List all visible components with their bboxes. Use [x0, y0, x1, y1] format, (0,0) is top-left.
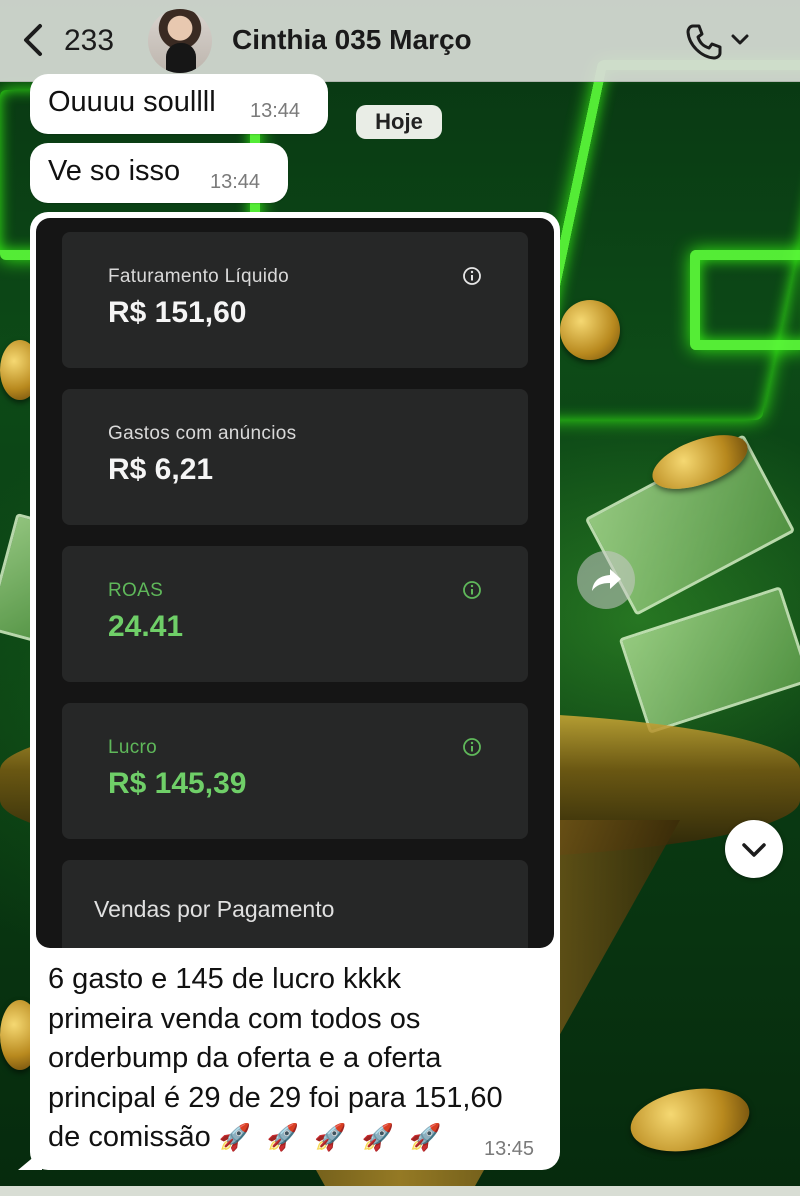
info-icon	[463, 581, 481, 599]
date-chip: Hoje	[356, 105, 442, 139]
caption-last-text: de comissão	[48, 1121, 211, 1153]
metric-value: R$ 145,39	[108, 767, 247, 800]
section-title: Vendas por Pagamento	[94, 896, 335, 922]
chat-header: 233 Cinthia 035 Março	[0, 0, 800, 82]
message-bubble[interactable]: Ve so isso 13:44	[30, 143, 288, 203]
caption-line: orderbump da oferta e a oferta	[48, 1042, 442, 1074]
metric-label: Gastos com anúncios	[108, 423, 297, 444]
caption-line: principal é 29 de 29 foi para 151,60	[48, 1081, 503, 1114]
message-bubble[interactable]: Ouuuu soullll 13:44	[30, 74, 328, 134]
message-time: 13:44	[210, 171, 261, 193]
chevron-down-icon[interactable]	[730, 30, 750, 50]
forward-button[interactable]	[577, 551, 635, 609]
metric-value: 24.41	[108, 610, 184, 643]
caption-line: de comissão 🚀 🚀 🚀 🚀 🚀	[48, 1118, 548, 1158]
metric-value: R$ 6,21	[108, 453, 214, 486]
message-time: 13:45	[484, 1138, 535, 1160]
scroll-down-button[interactable]	[725, 820, 783, 878]
metric-card-faturamento: Faturamento Líquido R$ 151,60	[62, 232, 528, 368]
chevron-down-icon	[742, 843, 766, 857]
rocket-emoji: 🚀 🚀 🚀 🚀 🚀	[218, 1122, 446, 1152]
chevron-left-icon[interactable]	[18, 22, 48, 58]
avatar[interactable]	[148, 9, 212, 73]
shared-screenshot[interactable]: Faturamento Líquido R$ 151,60 Gastos com…	[36, 218, 554, 948]
message-time: 13:44	[250, 100, 301, 122]
metric-card-roas: ROAS 24.41	[62, 546, 528, 682]
metric-label: ROAS	[108, 580, 164, 601]
info-icon	[463, 267, 481, 285]
metric-label: Lucro	[108, 737, 158, 758]
message-text: Ve so isso	[48, 155, 181, 187]
caption-line: primeira venda com todos os	[48, 1002, 421, 1035]
image-caption: 6 gasto e 145 de lucro kkkk primeira ven…	[48, 960, 548, 1158]
phone-icon[interactable]	[684, 22, 724, 62]
input-bar-edge	[0, 1186, 800, 1196]
contact-name[interactable]: Cinthia 035 Março	[232, 24, 472, 56]
metric-card-vendas: Vendas por Pagamento	[62, 860, 528, 948]
forward-icon	[592, 569, 621, 591]
message-text: Ouuuu soullll	[48, 86, 216, 118]
metric-value: R$ 151,60	[108, 296, 247, 329]
metric-label: Faturamento Líquido	[108, 266, 290, 287]
unread-count[interactable]: 233	[64, 24, 114, 58]
info-icon	[463, 738, 481, 756]
image-message-bubble[interactable]: Faturamento Líquido R$ 151,60 Gastos com…	[30, 212, 560, 1170]
metric-card-lucro: Lucro R$ 145,39	[62, 703, 528, 839]
caption-line: 6 gasto e 145 de lucro kkkk	[48, 963, 402, 995]
metric-card-gastos: Gastos com anúncios R$ 6,21	[62, 389, 528, 525]
